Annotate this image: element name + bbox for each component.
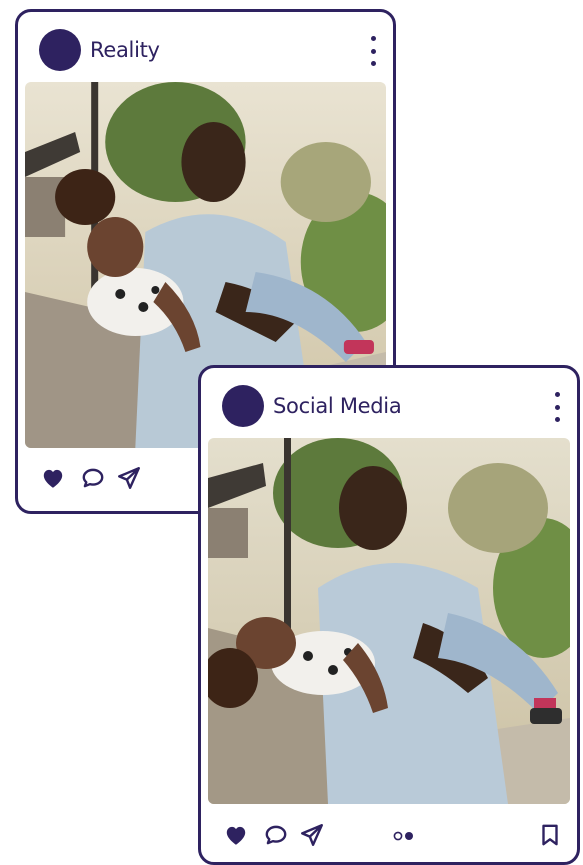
post-card-social-media: Social Media (198, 365, 580, 865)
post-header: Social Media (201, 368, 577, 438)
carousel-dots-icon[interactable] (391, 830, 419, 842)
comment-icon[interactable] (263, 822, 289, 848)
more-options-icon[interactable] (369, 36, 377, 66)
post-header: Reality (18, 12, 393, 82)
comment-icon[interactable] (80, 465, 106, 491)
heart-icon[interactable] (40, 465, 66, 491)
bookmark-icon[interactable] (537, 822, 563, 848)
post-username[interactable]: Reality (90, 38, 160, 62)
post-actions (201, 816, 577, 856)
post-photo[interactable] (208, 438, 570, 804)
post-username[interactable]: Social Media (273, 394, 402, 418)
heart-icon[interactable] (223, 822, 249, 848)
share-icon[interactable] (299, 822, 325, 848)
more-options-icon[interactable] (553, 392, 561, 422)
avatar[interactable] (222, 385, 264, 427)
share-icon[interactable] (116, 465, 142, 491)
avatar[interactable] (39, 29, 81, 71)
